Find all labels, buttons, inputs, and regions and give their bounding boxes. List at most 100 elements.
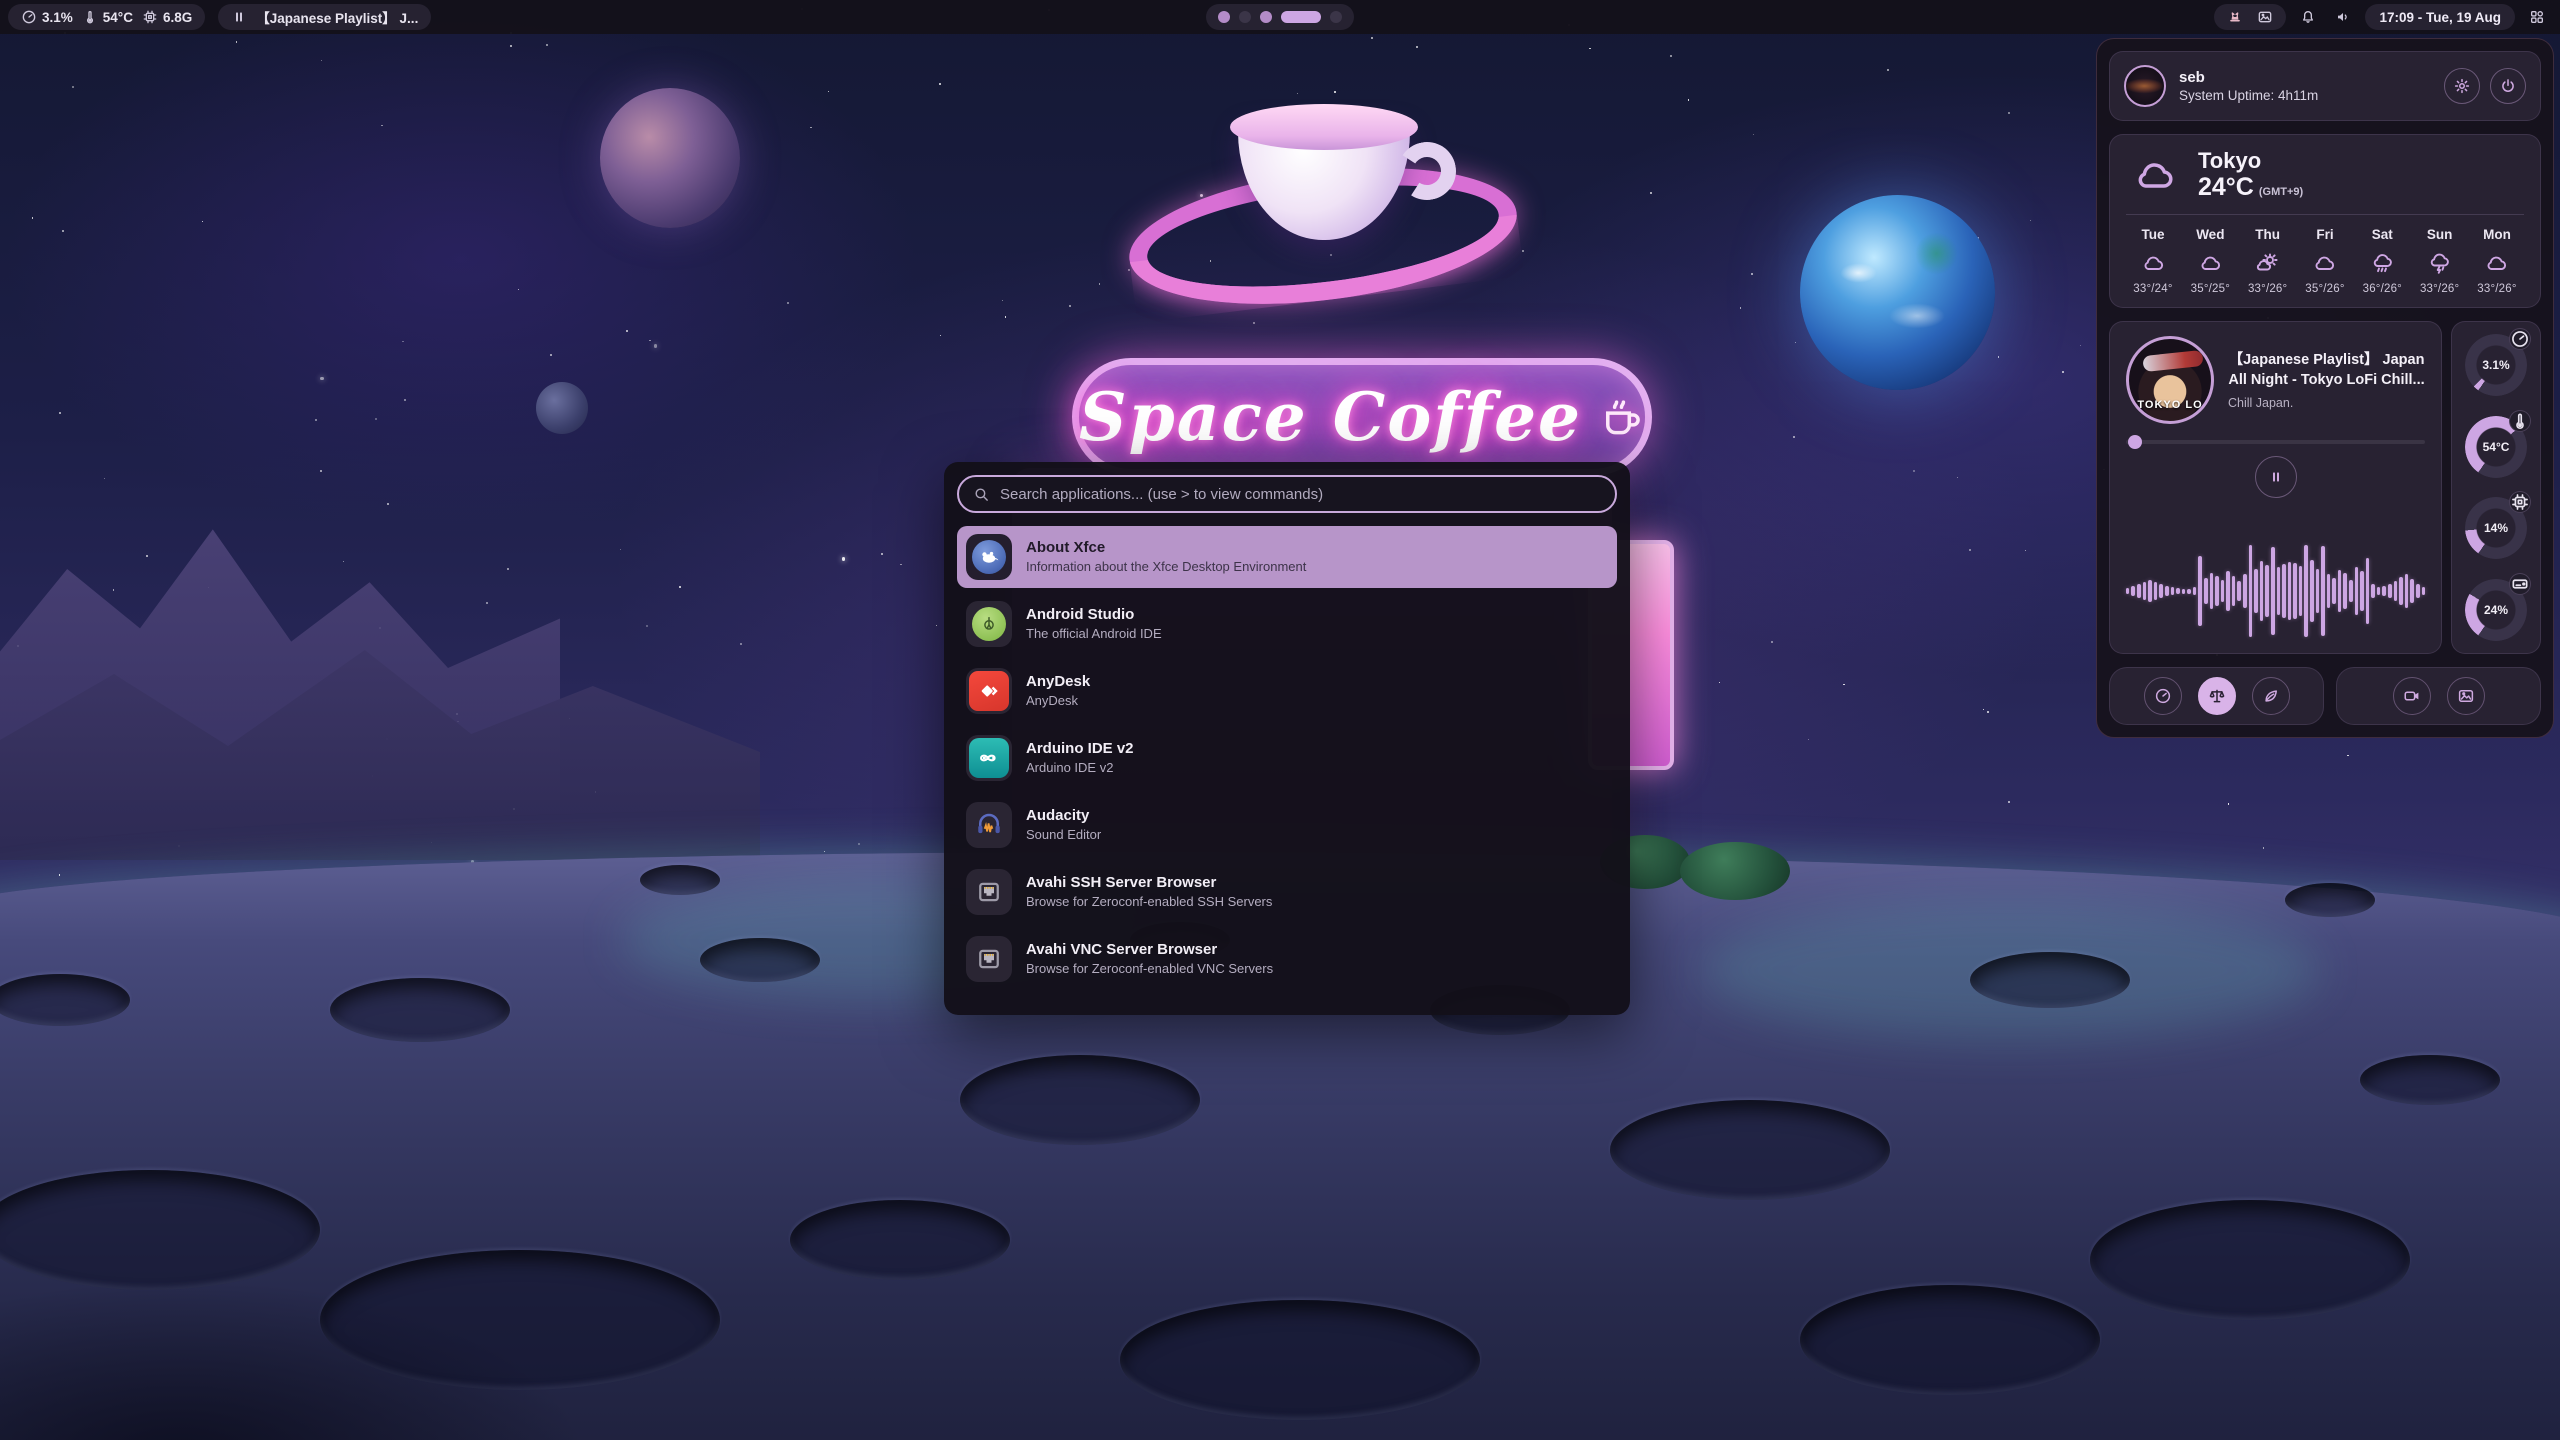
app-description: Sound Editor	[1026, 827, 1101, 844]
scales-quick-button[interactable]	[2198, 677, 2236, 715]
user-card: seb System Uptime: 4h11m	[2109, 51, 2541, 121]
avahi-app-icon	[966, 869, 1012, 915]
forecast-day-label: Mon	[2483, 227, 2511, 242]
disk-icon	[2509, 573, 2531, 595]
rain-icon	[2369, 251, 2396, 275]
notifications-button[interactable]	[2295, 4, 2321, 30]
app-row-avahi-ssh-server-browser[interactable]: Avahi SSH Server Browser Browse for Zero…	[957, 861, 1617, 923]
speedometer-quick-button[interactable]	[2144, 677, 2182, 715]
search-icon	[973, 486, 990, 503]
memory-stat: 6.8G	[142, 9, 192, 25]
workspace-dot-3[interactable]	[1260, 11, 1272, 23]
search-input[interactable]	[1000, 486, 1601, 503]
thermometer-icon	[2509, 410, 2531, 432]
cloud-icon	[2197, 251, 2224, 275]
workspace-switcher[interactable]	[1206, 4, 1354, 30]
album-art[interactable]: TOKYO LO	[2126, 336, 2214, 424]
app-name: Audacity	[1026, 806, 1101, 826]
clock[interactable]: 17:09 - Tue, 19 Aug	[2365, 4, 2515, 30]
app-grid-button[interactable]	[2524, 4, 2550, 30]
thermometer-icon	[82, 9, 98, 25]
workspace-dot-5[interactable]	[1330, 11, 1342, 23]
tray-pill[interactable]	[2214, 4, 2286, 30]
app-row-about-xfce[interactable]: About Xfce Information about the Xfce De…	[957, 526, 1617, 588]
app-name: About Xfce	[1026, 538, 1306, 558]
app-description: Browse for Zeroconf-enabled VNC Servers	[1026, 961, 1273, 978]
forecast-day-thu: Thu 33°/26°	[2241, 227, 2295, 295]
top-panel: 3.1% 54°C 6.8G 【Japanese Playlist】 J... …	[0, 0, 2560, 34]
speaker-icon	[2335, 9, 2351, 25]
app-row-arduino-ide-v2[interactable]: Arduino IDE v2 Arduino IDE v2	[957, 727, 1617, 789]
forecast-temps: 35°/26°	[2305, 283, 2344, 295]
app-row-audacity[interactable]: Audacity Sound Editor	[957, 794, 1617, 856]
app-results-list: About Xfce Information about the Xfce De…	[957, 526, 1617, 990]
chip-icon	[142, 9, 158, 25]
forecast-day-label: Fri	[2316, 227, 2333, 242]
app-description: Arduino IDE v2	[1026, 760, 1134, 777]
forecast-day-label: Tue	[2142, 227, 2165, 242]
volume-button[interactable]	[2330, 4, 2356, 30]
speedometer-icon	[2509, 328, 2531, 350]
scales-icon	[2208, 687, 2226, 705]
weather-temp: 24°C	[2198, 173, 2254, 201]
sun-cloud-icon	[2254, 251, 2281, 275]
grid-icon	[2529, 9, 2545, 25]
workspace-dot-2[interactable]	[1239, 11, 1251, 23]
app-name: Android Studio	[1026, 605, 1162, 625]
app-name: Avahi SSH Server Browser	[1026, 873, 1272, 893]
system-stats-pill[interactable]: 3.1% 54°C 6.8G	[8, 4, 205, 30]
forecast-temps: 33°/24°	[2133, 283, 2172, 295]
quick-actions	[2109, 667, 2541, 725]
cloud-icon	[2126, 153, 2184, 197]
gauge-speedometer: 3.1%	[2465, 334, 2527, 396]
app-description: The official Android IDE	[1026, 626, 1162, 643]
forecast-day-fri: Fri 35°/26°	[2298, 227, 2352, 295]
app-name: Avahi VNC Server Browser	[1026, 940, 1273, 960]
power-icon	[2499, 77, 2517, 95]
forecast-temps: 33°/26°	[2248, 283, 2287, 295]
track-title: 【Japanese Playlist】 Japan All Night - To…	[2228, 350, 2425, 391]
cloud-icon	[2140, 251, 2167, 275]
progress-handle[interactable]	[2128, 435, 2142, 449]
pause-icon	[231, 9, 247, 25]
now-playing-pill[interactable]: 【Japanese Playlist】 J...	[218, 4, 431, 30]
search-bar[interactable]	[957, 475, 1617, 513]
shop-bush-2	[1680, 842, 1790, 900]
video-quick-button[interactable]	[2393, 677, 2431, 715]
gauge-chip: 14%	[2465, 497, 2527, 559]
forecast-day-tue: Tue 33°/24°	[2126, 227, 2180, 295]
app-row-anydesk[interactable]: AnyDesk AnyDesk	[957, 660, 1617, 722]
avatar[interactable]	[2124, 65, 2166, 107]
temperature-stat: 54°C	[82, 9, 133, 25]
forecast-temps: 35°/25°	[2191, 283, 2230, 295]
forecast-day-label: Thu	[2255, 227, 2280, 242]
arduino-app-icon	[966, 735, 1012, 781]
avahi-app-icon	[966, 936, 1012, 982]
forecast-day-wed: Wed 35°/25°	[2183, 227, 2237, 295]
power-button[interactable]	[2490, 68, 2526, 104]
settings-button[interactable]	[2444, 68, 2480, 104]
workspace-dot-1[interactable]	[1218, 11, 1230, 23]
forecast-temps: 33°/26°	[2477, 283, 2516, 295]
image-quick-button[interactable]	[2447, 677, 2485, 715]
pause-button[interactable]	[2255, 456, 2297, 498]
speedometer-icon	[21, 9, 37, 25]
divider	[2126, 214, 2524, 215]
workspace-dot-4[interactable]	[1281, 11, 1321, 23]
leaf-icon	[2262, 687, 2280, 705]
album-art-caption: TOKYO LO	[2129, 399, 2211, 411]
forecast-temps: 33°/26°	[2420, 283, 2459, 295]
cpu-usage-stat: 3.1%	[21, 9, 73, 25]
cloud-icon	[2311, 251, 2338, 275]
speedometer-icon	[2154, 687, 2172, 705]
progress-bar[interactable]	[2126, 440, 2425, 444]
app-name: Arduino IDE v2	[1026, 739, 1134, 759]
gauge-disk: 24%	[2465, 579, 2527, 641]
forecast-day-sun: Sun 33°/26°	[2413, 227, 2467, 295]
app-row-android-studio[interactable]: Android Studio The official Android IDE	[957, 593, 1617, 655]
leaf-quick-button[interactable]	[2252, 677, 2290, 715]
app-row-avahi-vnc-server-browser[interactable]: Avahi VNC Server Browser Browse for Zero…	[957, 928, 1617, 990]
gauge-thermometer: 54°C	[2465, 416, 2527, 478]
quick-actions-right	[2336, 667, 2541, 725]
weather-card: Tokyo 24°C(GMT+9) Tue 33°/24°Wed 35°/25°…	[2109, 134, 2541, 308]
